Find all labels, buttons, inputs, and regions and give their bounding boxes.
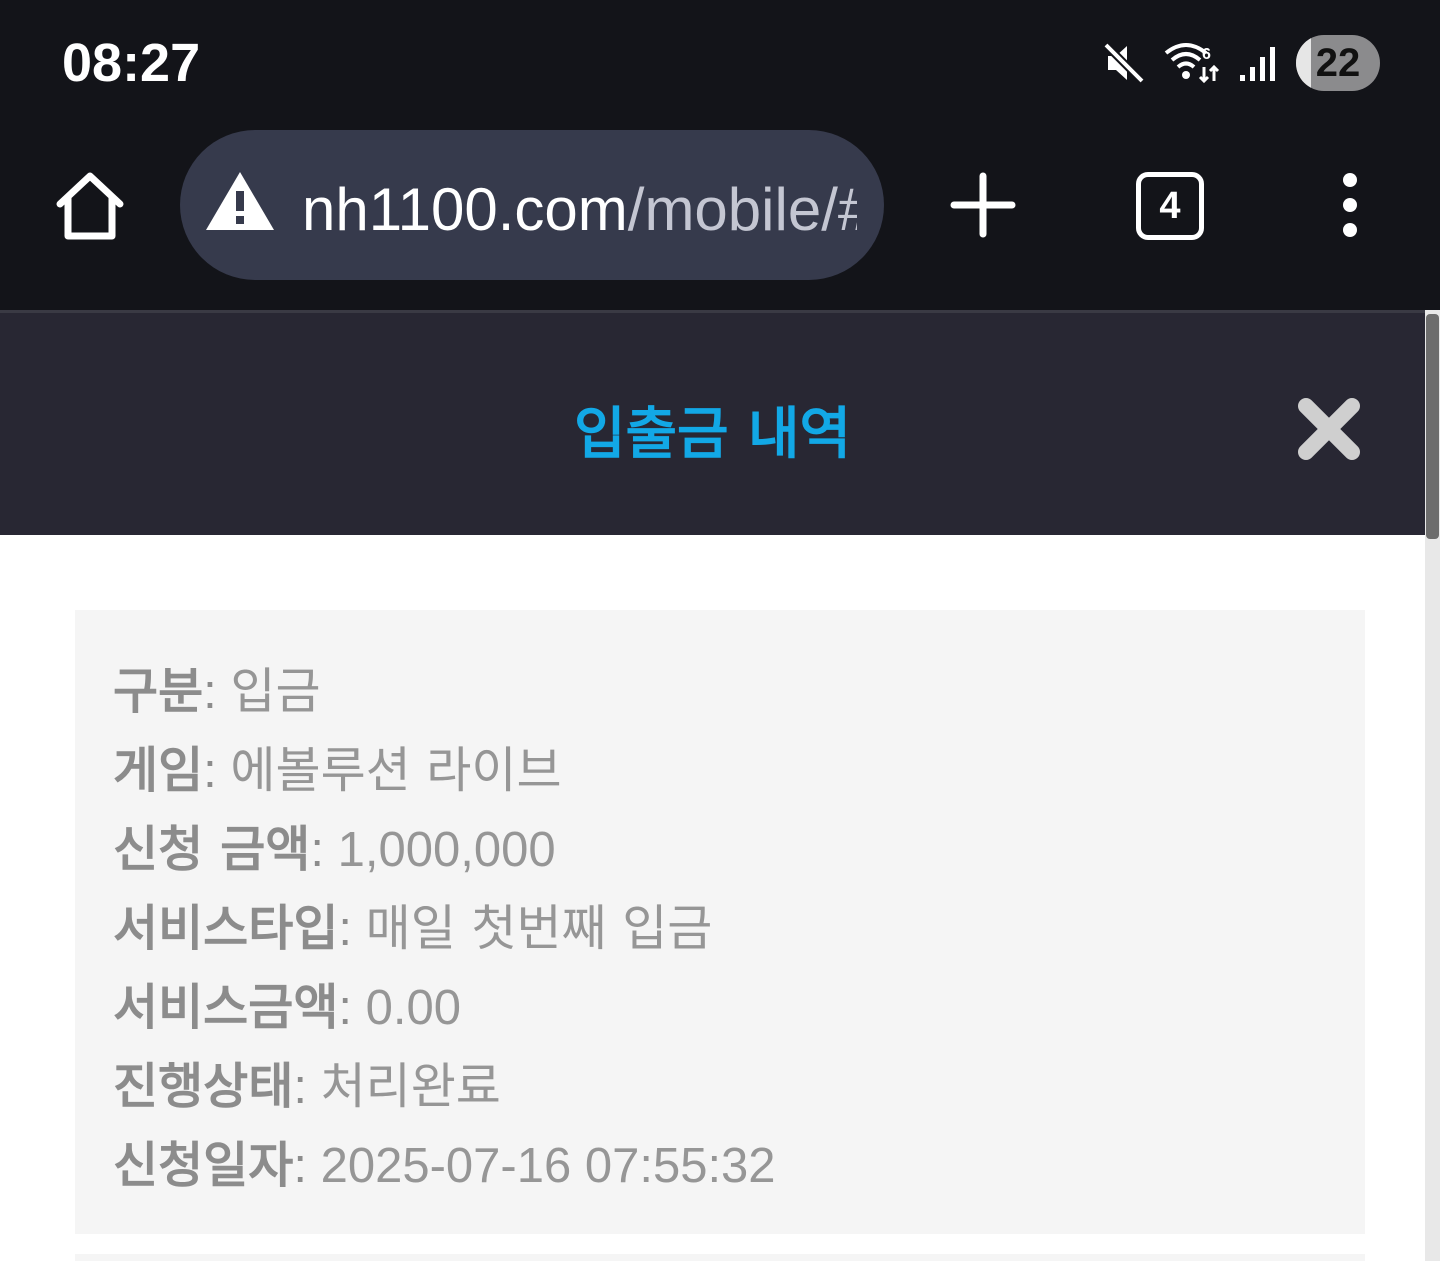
- more-vert-icon[interactable]: [1328, 172, 1372, 242]
- browser-toolbar: nh1100.com/mobile/# 4: [0, 122, 1440, 310]
- record-row-amount: 신청 금액: 1,000,000: [113, 821, 556, 878]
- home-icon[interactable]: [52, 168, 128, 244]
- plus-icon[interactable]: [948, 170, 1018, 240]
- next-transaction-card: [75, 1254, 1365, 1261]
- battery-level: 22: [1315, 40, 1361, 85]
- transaction-card: 구분: 입금 게임: 에볼루션 라이브 신청 금액: 1,000,000 서비스…: [75, 610, 1365, 1234]
- signal-icon: [1240, 47, 1275, 81]
- battery-indicator: 22: [1296, 35, 1380, 91]
- mute-icon: [1103, 42, 1145, 84]
- scrollbar[interactable]: [1425, 310, 1440, 1261]
- record-row-type: 구분: 입금: [113, 663, 321, 720]
- field-label: 신청일자: [113, 1137, 294, 1194]
- status-time: 08:27: [62, 33, 201, 93]
- field-label: 신청 금액: [113, 821, 311, 878]
- url-path: /mobile/#: [627, 176, 857, 243]
- url-text[interactable]: nh1100.com/mobile/#: [302, 174, 857, 246]
- field-value: 입금: [230, 663, 321, 720]
- warning-icon[interactable]: [204, 169, 276, 233]
- field-value: 처리완료: [320, 1058, 501, 1115]
- close-x-icon[interactable]: [1296, 396, 1362, 462]
- modal-title: 입출금 내역: [573, 402, 852, 467]
- modal-header: 입출금 내역: [0, 310, 1425, 535]
- status-bar: 08:27 6 22: [0, 0, 1440, 122]
- scrollbar-thumb[interactable]: [1426, 314, 1439, 539]
- field-label: 진행상태: [113, 1058, 294, 1115]
- record-row-service-type: 서비스타입: 매일 첫번째 입금: [113, 900, 713, 957]
- field-label: 서비스금액: [113, 979, 339, 1036]
- modal-content: 구분: 입금 게임: 에볼루션 라이브 신청 금액: 1,000,000 서비스…: [0, 535, 1425, 1261]
- field-value: 2025-07-16 07:55:32: [320, 1139, 776, 1193]
- svg-text:6: 6: [1202, 46, 1211, 63]
- field-label: 게임: [113, 742, 204, 799]
- address-bar[interactable]: nh1100.com/mobile/#: [180, 130, 884, 280]
- wifi-icon: 6: [1164, 43, 1220, 84]
- field-value: 0.00: [365, 981, 462, 1035]
- field-label: 서비스타입: [113, 900, 339, 957]
- url-domain: nh1100.com: [302, 176, 628, 243]
- tab-count: 4: [1159, 184, 1181, 227]
- field-label: 구분: [113, 663, 204, 720]
- field-value: 에볼루션 라이브: [230, 742, 562, 799]
- tab-switcher-button[interactable]: 4: [1136, 172, 1204, 240]
- record-row-date: 신청일자: 2025-07-16 07:55:32: [113, 1137, 776, 1194]
- field-value: 1,000,000: [337, 823, 556, 877]
- status-icons: 6 22: [1102, 34, 1380, 92]
- record-row-service-amount: 서비스금액: 0.00: [113, 979, 462, 1036]
- field-value: 매일 첫번째 입금: [365, 900, 713, 957]
- record-row-game: 게임: 에볼루션 라이브: [113, 742, 562, 799]
- record-row-status: 진행상태: 처리완료: [113, 1058, 501, 1115]
